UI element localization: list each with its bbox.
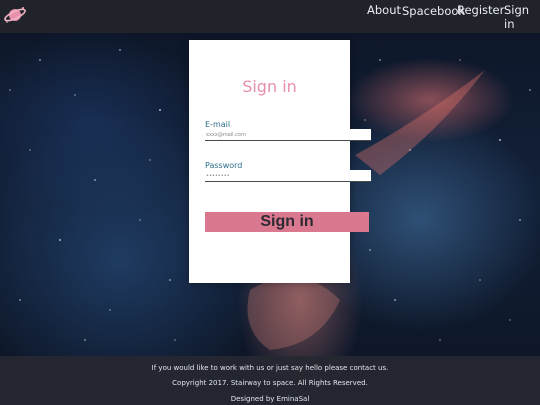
email-input[interactable] [205, 129, 371, 141]
password-label: Password [205, 161, 243, 170]
signin-card: Sign in E-mail Password Sign in [189, 40, 371, 283]
password-input[interactable] [205, 170, 371, 182]
footer-contact-text: If you would like to work with us or jus… [151, 364, 389, 372]
planet-icon[interactable] [3, 3, 27, 27]
footer-credit: Designed by EminaSal [230, 395, 310, 403]
nav-signin-link[interactable]: Sign in [504, 3, 540, 31]
email-label: E-mail [205, 120, 231, 129]
nav-register-link[interactable]: Register [457, 3, 504, 17]
nav-about-link[interactable]: About [367, 3, 401, 17]
nav-spacebook-link[interactable]: Spacebook [402, 4, 465, 18]
signin-title: Sign in [242, 77, 297, 96]
top-navbar: About Spacebook Register Sign in [0, 0, 540, 33]
footer-copyright: Copyright 2017. Stairway to space. All R… [172, 379, 368, 387]
signin-button[interactable]: Sign in [205, 212, 369, 232]
footer: If you would like to work with us or jus… [0, 356, 540, 405]
